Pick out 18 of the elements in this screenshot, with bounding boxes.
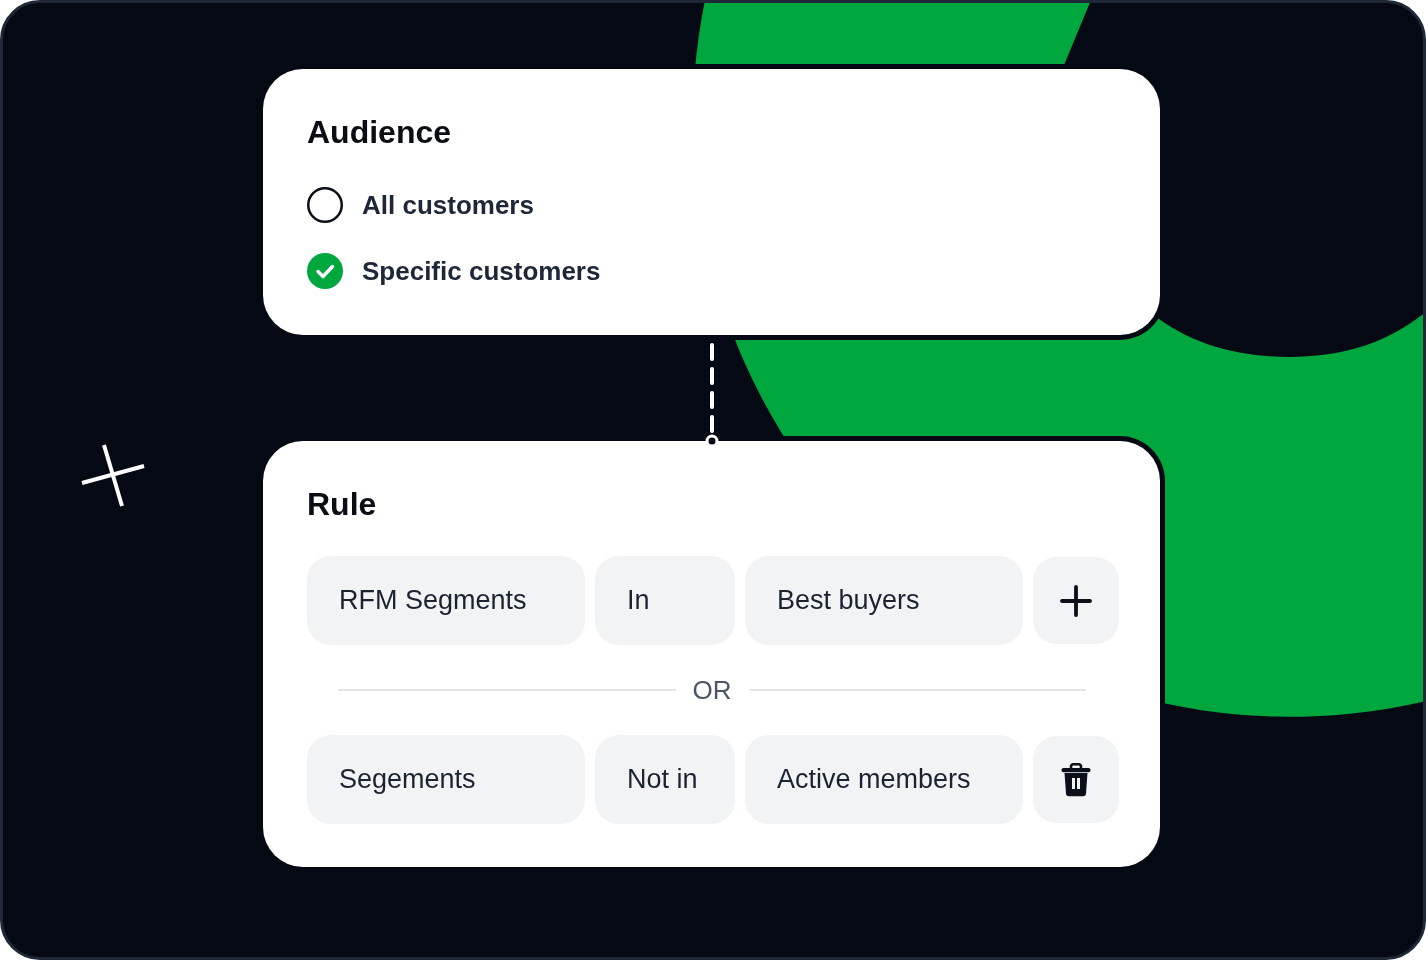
radio-label: All customers: [362, 189, 534, 222]
radio-button[interactable]: [307, 187, 343, 223]
field-selector[interactable]: Segements: [307, 735, 585, 824]
add-condition-button[interactable]: [1033, 557, 1119, 644]
radio-label: Specific customers: [362, 255, 601, 288]
audience-heading: Audience: [307, 113, 453, 151]
or-separator-label: OR: [692, 675, 732, 705]
value-selector[interactable]: Active members: [745, 735, 1023, 824]
field-selector[interactable]: RFM Segments: [307, 556, 585, 645]
operator-selector[interactable]: Not in: [595, 735, 735, 824]
plus-icon: [1060, 584, 1092, 617]
delete-condition-button[interactable]: [1033, 736, 1119, 823]
cross-mark-icon: [80, 443, 146, 509]
radio-button[interactable]: [307, 253, 343, 289]
rule-heading: Rule: [307, 485, 378, 523]
operator-selector[interactable]: In: [595, 556, 735, 645]
value-selector[interactable]: Best buyers: [745, 556, 1023, 645]
trash-icon: [1061, 762, 1091, 797]
